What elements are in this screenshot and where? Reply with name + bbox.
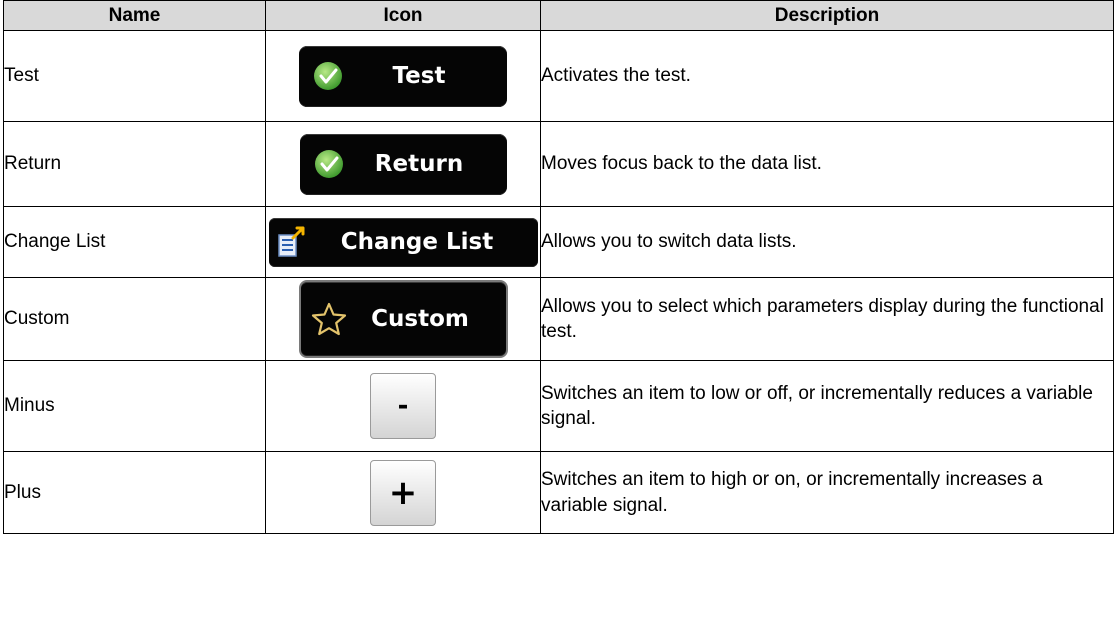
minus-button[interactable]: -: [370, 373, 436, 439]
row-description: Switches an item to high or on, or incre…: [540, 451, 1114, 534]
row-name: Plus: [3, 451, 266, 534]
row-description: Moves focus back to the data list.: [540, 121, 1114, 207]
row-name: Custom: [3, 277, 266, 361]
test-button-label: Test: [392, 63, 446, 89]
table-row: Custom Custom Allows you to select which…: [3, 277, 1114, 361]
plus-icon: +: [388, 472, 418, 513]
check-icon: [314, 149, 344, 179]
return-button-label: Return: [374, 151, 464, 177]
row-name: Minus: [3, 360, 266, 452]
row-description: Switches an item to low or off, or incre…: [540, 360, 1114, 452]
row-description: Allows you to switch data lists.: [540, 206, 1114, 278]
header-description: Description: [540, 0, 1114, 31]
table-row: Minus - Switches an item to low or off, …: [3, 360, 1114, 452]
table-row: Change List Change List Allows you to sw…: [3, 206, 1114, 278]
row-description: Allows you to select which parameters di…: [540, 277, 1114, 361]
change-list-button[interactable]: Change List: [268, 217, 538, 267]
plus-button[interactable]: +: [370, 459, 436, 526]
table-row: Test Test Activates the test.: [3, 30, 1114, 122]
row-name: Return: [3, 121, 266, 207]
row-name: Test: [3, 30, 266, 122]
change-list-button-label: Change List: [340, 229, 494, 255]
table-row: Return Return Moves focus back to the da…: [3, 121, 1114, 207]
header-name: Name: [3, 0, 266, 31]
row-description: Activates the test.: [540, 30, 1114, 122]
header-row: Name Icon Description: [3, 0, 1114, 31]
header-icon: Icon: [265, 0, 541, 31]
list-icon: [277, 226, 307, 258]
return-button[interactable]: Return: [299, 133, 507, 195]
reference-table: Name Icon Description Test Test Activate…: [3, 0, 1114, 534]
row-name: Change List: [3, 206, 266, 278]
minus-icon: -: [397, 391, 409, 421]
table-row: Plus + Switches an item to high or on, o…: [3, 451, 1114, 534]
check-icon: [313, 61, 343, 91]
test-button[interactable]: Test: [299, 45, 507, 107]
custom-button-label: Custom: [371, 306, 469, 332]
custom-button[interactable]: Custom: [298, 280, 508, 358]
star-icon: [311, 302, 347, 336]
